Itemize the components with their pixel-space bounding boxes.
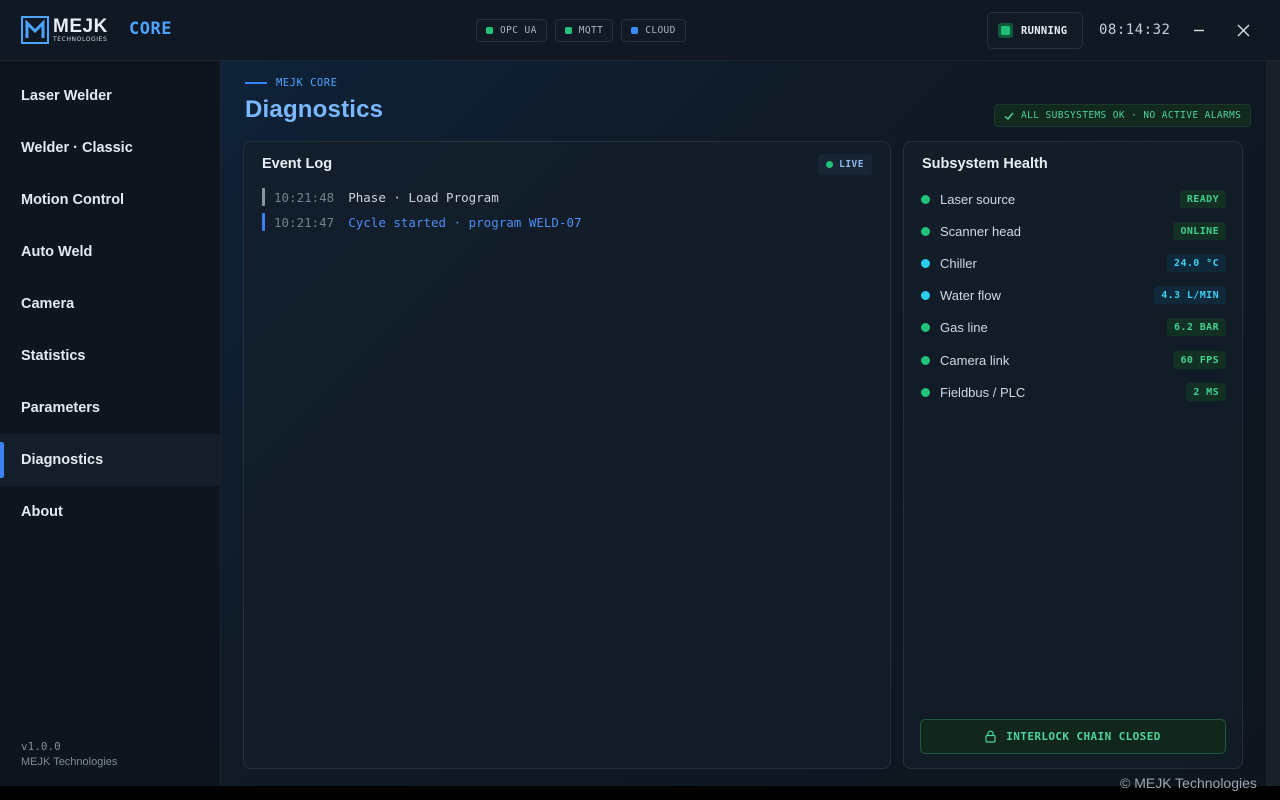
subsystem-health-panel: Subsystem Health Laser source READY Scan…: [903, 141, 1243, 769]
run-state-indicator[interactable]: RUNNING: [987, 12, 1083, 49]
protocol-label: CLOUD: [645, 25, 676, 36]
company-name: MEJK Technologies: [21, 756, 118, 768]
live-dot-icon: [826, 161, 834, 168]
run-state-label: RUNNING: [1021, 24, 1068, 37]
health-name: Fieldbus / PLC: [940, 384, 1026, 400]
protocol-label: MQTT: [578, 25, 604, 36]
event-log-title: Event Log: [262, 156, 333, 172]
page-title: Diagnostics: [245, 96, 384, 123]
sidebar-item-auto-weld[interactable]: Auto Weld: [0, 226, 220, 278]
health-value-badge: 60 FPS: [1173, 351, 1226, 369]
health-row-laser-source: Laser source READY: [920, 188, 1226, 210]
interlock-status-button[interactable]: INTERLOCK CHAIN CLOSED: [920, 719, 1226, 754]
health-name: Gas line: [940, 319, 988, 335]
protocol-badge-cloud: CLOUD: [621, 19, 686, 42]
check-icon: [1004, 112, 1014, 120]
subsystem-health-title: Subsystem Health: [922, 156, 1048, 172]
status-dot-icon: [921, 355, 930, 365]
interlock-label: INTERLOCK CHAIN CLOSED: [1006, 730, 1161, 743]
health-name: Laser source: [940, 191, 1016, 207]
status-dot-icon: [921, 322, 930, 332]
status-square-icon: [486, 27, 493, 34]
health-value-badge: READY: [1179, 190, 1226, 208]
close-icon: [1237, 24, 1249, 36]
status-dot-icon: [921, 226, 930, 236]
logo-mark-icon: [21, 16, 49, 44]
system-status-label: ALL SUBSYSTEMS OK · NO ACTIVE ALARMS: [1021, 110, 1242, 121]
window-scrollbar[interactable]: [1266, 61, 1280, 786]
log-level-bar: [262, 188, 265, 206]
health-row-fieldbus-plc: Fieldbus / PLC 2 MS: [920, 381, 1226, 403]
sidebar-item-camera[interactable]: Camera: [0, 278, 220, 330]
sidebar-item-parameters[interactable]: Parameters: [0, 382, 220, 434]
minimize-button[interactable]: [1187, 18, 1211, 42]
lock-icon: [985, 730, 996, 743]
log-message: Cycle started · program WELD-07: [348, 214, 582, 230]
health-name: Scanner head: [940, 223, 1021, 239]
main-content: MEJK CORE Diagnostics ALL SUBSYSTEMS OK …: [221, 61, 1266, 786]
sidebar-item-laser-welder[interactable]: Laser Welder: [0, 70, 220, 122]
live-badge: LIVE: [818, 154, 872, 175]
log-entry: 10:21:47 Cycle started · program WELD-07: [262, 213, 582, 231]
status-dot-icon: [921, 290, 930, 300]
breadcrumb-line: [245, 82, 267, 84]
protocol-indicators: OPC UA MQTT CLOUD: [476, 19, 686, 42]
system-clock: 08:14:32: [1099, 22, 1171, 38]
breadcrumb: MEJK CORE: [245, 77, 337, 89]
health-name: Chiller: [940, 255, 977, 271]
protocol-badge-opcua: OPC UA: [476, 19, 547, 42]
log-message: Phase · Load Program: [348, 189, 499, 205]
sidebar-item-statistics[interactable]: Statistics: [0, 330, 220, 382]
health-value-badge: 2 MS: [1186, 383, 1226, 401]
log-level-bar: [262, 213, 265, 231]
protocol-label: OPC UA: [500, 25, 537, 36]
health-row-scanner-head: Scanner head ONLINE: [920, 220, 1226, 242]
sidebar-item-welder-classic[interactable]: Welder · Classic: [0, 122, 220, 174]
log-entry: 10:21:48 Phase · Load Program: [262, 188, 499, 206]
sidebar: Laser Welder Welder · Classic Motion Con…: [0, 61, 221, 786]
log-time: 10:21:48: [274, 189, 335, 205]
health-value-badge: 24.0 °C: [1167, 254, 1226, 272]
sidebar-item-diagnostics[interactable]: Diagnostics: [0, 434, 220, 486]
breadcrumb-label: MEJK CORE: [276, 77, 338, 89]
running-icon: [998, 23, 1013, 38]
status-square-icon: [564, 27, 572, 34]
status-square-icon: [631, 27, 639, 34]
brand-subtitle: TECHNOLOGIES: [53, 36, 108, 43]
status-dot-icon: [921, 258, 930, 268]
health-row-camera-link: Camera link 60 FPS: [920, 349, 1226, 371]
system-status-badge: ALL SUBSYSTEMS OK · NO ACTIVE ALARMS: [994, 104, 1252, 127]
health-row-chiller: Chiller 24.0 °C: [920, 252, 1226, 274]
brand-logo: MEJK TECHNOLOGIES: [21, 16, 108, 44]
health-value-badge: 6.2 BAR: [1167, 318, 1226, 336]
health-value-badge: ONLINE: [1173, 222, 1226, 240]
top-bar: MEJK TECHNOLOGIES CORE OPC UA MQTT CLOUD…: [0, 0, 1280, 61]
app-window: MEJK TECHNOLOGIES CORE OPC UA MQTT CLOUD…: [0, 0, 1280, 786]
health-row-gas-line: Gas line 6.2 BAR: [920, 316, 1226, 338]
status-dot-icon: [921, 387, 930, 397]
app-version: v1.0.0: [21, 740, 61, 753]
health-row-water-flow: Water flow 4.3 L/MIN: [920, 284, 1226, 306]
live-label: LIVE: [839, 159, 864, 170]
sidebar-item-motion-control[interactable]: Motion Control: [0, 174, 220, 226]
health-value-badge: 4.3 L/MIN: [1154, 286, 1226, 304]
protocol-badge-mqtt: MQTT: [554, 19, 614, 42]
copyright-notice: © MEJK Technologies: [1120, 775, 1257, 791]
minimize-icon: [1194, 29, 1204, 32]
status-dot-icon: [921, 194, 930, 204]
sidebar-item-about[interactable]: About: [0, 486, 220, 538]
log-time: 10:21:47: [274, 214, 335, 230]
brand-name: MEJK: [53, 16, 108, 37]
event-log-panel: Event Log LIVE 10:21:48 Phase · Load Pro…: [243, 141, 891, 769]
health-name: Water flow: [940, 287, 1001, 303]
product-name: CORE: [129, 19, 172, 39]
close-button[interactable]: [1231, 18, 1255, 42]
health-name: Camera link: [940, 352, 1010, 368]
